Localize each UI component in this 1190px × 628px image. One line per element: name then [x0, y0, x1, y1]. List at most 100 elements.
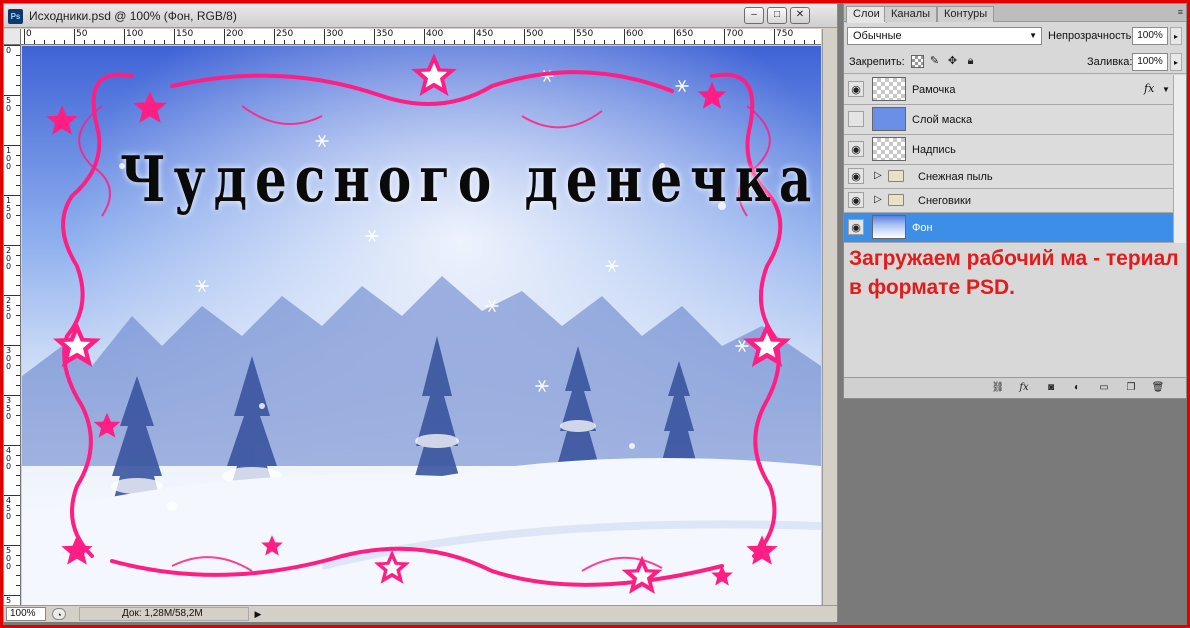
ruler-label: 0	[26, 29, 32, 39]
opacity-slider-arrow-icon[interactable]: ▸	[1170, 27, 1182, 45]
status-info-icon[interactable]: ◔	[52, 608, 66, 620]
group-icon[interactable]: ▭	[1096, 381, 1112, 395]
ruler-label: 300	[326, 29, 344, 39]
ruler-tick	[16, 435, 20, 436]
ruler-tick	[334, 40, 335, 44]
ruler-tick	[494, 40, 495, 44]
ruler-tick	[16, 315, 20, 316]
lock-position-icon[interactable]: ✥	[946, 55, 959, 68]
lock-transparent-pixels-icon[interactable]	[911, 55, 924, 68]
eye-icon[interactable]: ◉	[848, 168, 864, 184]
ruler-tick	[654, 40, 655, 44]
layer-group-snezhnaya-pyl[interactable]: ◉ ▷ Снежная пыль	[844, 165, 1173, 189]
eye-icon[interactable]: ◉	[848, 192, 864, 208]
ruler-tick	[684, 40, 685, 44]
ruler-label: 0	[6, 46, 12, 55]
fx-icon[interactable]: fx	[1144, 82, 1154, 95]
ruler-tick	[284, 40, 285, 44]
ruler-tick	[594, 40, 595, 44]
tab-layers[interactable]: Слои	[846, 6, 887, 23]
mask-icon[interactable]: ◙	[1043, 381, 1059, 395]
ruler-tick	[614, 40, 615, 44]
blend-mode-select[interactable]: Обычные ▼	[847, 27, 1042, 45]
vertical-ruler[interactable]: 050100150200250300350400450500550	[4, 45, 21, 606]
ruler-tick	[16, 225, 20, 226]
maximize-button[interactable]: □	[767, 7, 787, 24]
panel-menu-icon[interactable]: ≡	[1178, 7, 1183, 17]
layers-scrollbar[interactable]	[1173, 75, 1186, 243]
ruler-label: 100	[6, 146, 12, 171]
ruler-label: 600	[626, 29, 644, 39]
lock-image-pixels-icon[interactable]: ✎	[928, 55, 941, 68]
eye-icon[interactable]: ◉	[848, 219, 864, 235]
close-button[interactable]: ✕	[790, 7, 810, 24]
ruler-tick	[254, 40, 255, 44]
ruler-tick	[464, 40, 465, 44]
ruler-tick	[634, 40, 635, 44]
ruler-tick	[354, 40, 355, 44]
lock-all-icon[interactable]: 🔒︎	[964, 55, 977, 68]
lock-label: Закрепить:	[849, 56, 905, 68]
ruler-tick	[16, 405, 20, 406]
ruler-tick	[114, 40, 115, 44]
ruler-tick	[544, 40, 545, 44]
chevron-down-icon[interactable]: ▼	[1162, 85, 1170, 94]
layer-ramochka[interactable]: ◉ Рамочка fx ▼	[844, 75, 1173, 105]
ruler-tick	[734, 40, 735, 44]
ruler-label: 250	[6, 296, 12, 321]
ruler-label: 300	[6, 346, 12, 371]
eye-icon[interactable]: ◉	[848, 141, 864, 157]
ruler-tick	[324, 29, 325, 44]
image-canvas[interactable]: Чудесного денечка	[22, 46, 821, 606]
tab-paths[interactable]: Контуры	[937, 6, 995, 22]
ruler-tick	[16, 325, 20, 326]
ruler-tick	[174, 29, 175, 44]
status-menu-arrow-icon[interactable]: ▶	[252, 608, 264, 620]
link-icon[interactable]: ⛓	[990, 381, 1006, 395]
ruler-label: 150	[176, 29, 194, 39]
panel-footer: ⛓ fx ◙ ◐ ▭ ❐ 🗑︎	[844, 377, 1186, 398]
tab-channels[interactable]: Каналы	[884, 6, 938, 22]
fx-icon[interactable]: fx	[1016, 381, 1032, 395]
adjustment-icon[interactable]: ◐	[1069, 381, 1085, 395]
fill-slider-arrow-icon[interactable]: ▸	[1170, 53, 1182, 71]
layers-panel: Слои Каналы Контуры ≡ Обычные ▼ Непрозра…	[843, 3, 1187, 399]
ruler-tick	[204, 40, 205, 44]
eye-off-icon[interactable]: ◉	[848, 111, 864, 127]
ruler-tick	[184, 40, 185, 44]
new-layer-icon[interactable]: ❐	[1123, 381, 1139, 395]
ruler-tick	[524, 29, 525, 44]
ruler-tick	[16, 135, 20, 136]
expand-triangle-icon[interactable]: ▷	[874, 194, 882, 205]
zoom-field[interactable]: 100%	[6, 607, 46, 621]
expand-triangle-icon[interactable]: ▷	[874, 170, 882, 181]
document-titlebar[interactable]: Ps Исходники.psd @ 100% (Фон, RGB/8) – □…	[4, 4, 837, 28]
ruler-tick	[554, 40, 555, 44]
minimize-button[interactable]: –	[744, 7, 764, 24]
ruler-tick	[704, 40, 705, 44]
eye-icon[interactable]: ◉	[848, 81, 864, 97]
layer-sloy-maska[interactable]: ◉ Слой маска	[844, 105, 1173, 135]
fill-field[interactable]: 100%	[1132, 53, 1168, 71]
layer-fon[interactable]: ◉ Фон	[844, 213, 1173, 243]
ruler-tick	[16, 425, 20, 426]
layer-group-snegoviki[interactable]: ◉ ▷ Снеговики	[844, 189, 1173, 213]
horizontal-ruler[interactable]: 0 50 100 150 200 250 300 350 400 450 500 550 600 650 7…	[21, 29, 821, 45]
ruler-tick	[54, 40, 55, 44]
layer-nadpis[interactable]: ◉ Надпись	[844, 135, 1173, 165]
ruler-tick	[16, 235, 20, 236]
vertical-scrollbar[interactable]	[822, 29, 837, 606]
ruler-tick	[234, 40, 235, 44]
ruler-tick	[274, 29, 275, 44]
ruler-tick	[134, 40, 135, 44]
ruler-tick	[764, 40, 765, 44]
ruler-tick	[16, 165, 20, 166]
ruler-origin[interactable]	[4, 29, 21, 45]
photoshop-icon: Ps	[8, 9, 23, 24]
ruler-tick	[16, 465, 20, 466]
ruler-tick	[104, 40, 105, 44]
opacity-field[interactable]: 100%	[1132, 27, 1168, 45]
trash-icon[interactable]: 🗑︎	[1150, 381, 1166, 395]
layer-name: Снеговики	[918, 195, 971, 207]
opacity-label: Непрозрачность:	[1048, 30, 1135, 42]
